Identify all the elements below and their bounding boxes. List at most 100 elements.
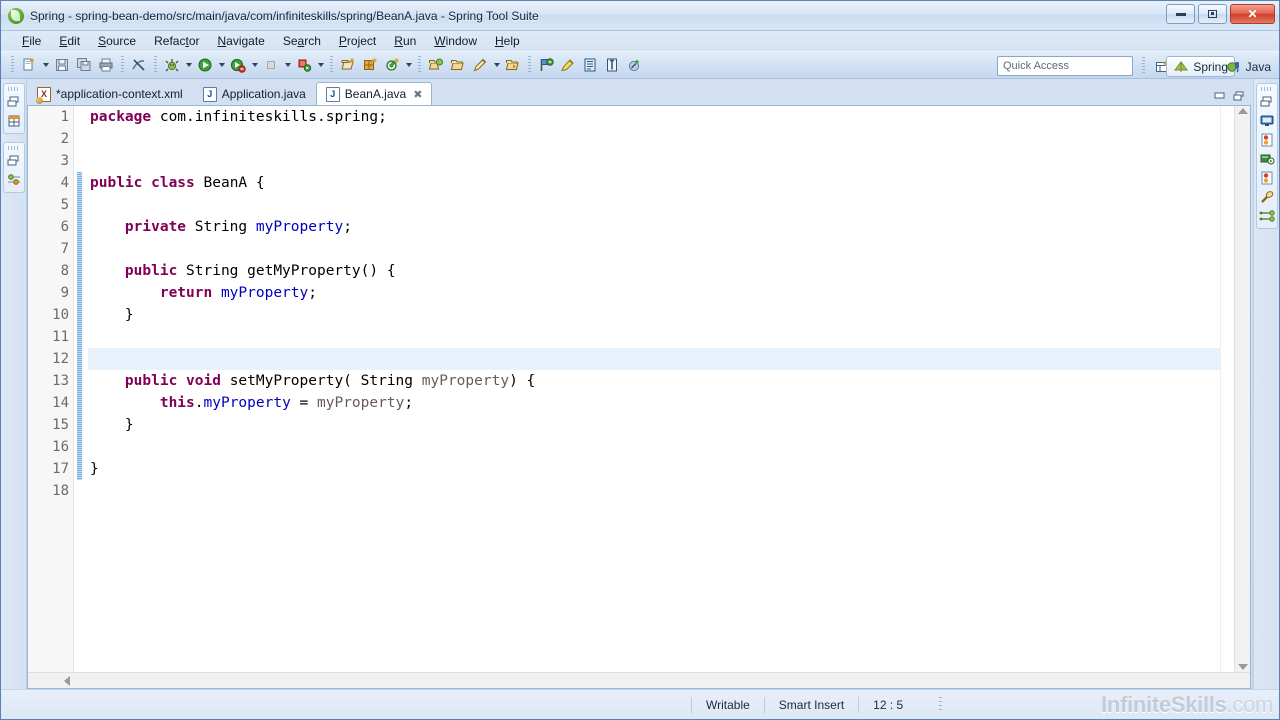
problems-icon[interactable] (1259, 132, 1275, 148)
new-wizard-dropdown-arrow-icon[interactable] (40, 54, 51, 76)
close-button[interactable]: ✕ (1230, 4, 1275, 24)
menu-item-project[interactable]: Project (330, 32, 385, 50)
open-resource-button[interactable] (502, 54, 524, 76)
menu-item-file[interactable]: File (13, 32, 50, 50)
menu-item-edit[interactable]: Edit (50, 32, 89, 50)
view-stack-console[interactable] (1255, 83, 1278, 229)
restore-view-icon[interactable] (6, 94, 22, 110)
show-whitespace-button[interactable] (601, 54, 623, 76)
code-line[interactable] (88, 128, 1220, 150)
code-line[interactable]: private String myProperty; (88, 216, 1220, 238)
annotate-button[interactable] (557, 54, 579, 76)
code-line[interactable] (88, 348, 1220, 370)
print-button[interactable] (95, 54, 117, 76)
menu-item-window[interactable]: Window (425, 32, 486, 50)
save-button[interactable] (51, 54, 73, 76)
search-button[interactable] (535, 54, 557, 76)
code-line[interactable] (88, 436, 1220, 458)
code-line[interactable]: } (88, 304, 1220, 326)
code-line[interactable]: return myProperty; (88, 282, 1220, 304)
editor-tab-beana-java[interactable]: J BeanA.java ✖ (315, 82, 433, 105)
code-line[interactable]: this.myProperty = myProperty; (88, 392, 1220, 414)
run-on-server-button[interactable] (293, 54, 315, 76)
markers-icon[interactable] (1259, 170, 1275, 186)
scroll-left-icon[interactable] (64, 675, 70, 686)
code-line[interactable] (88, 194, 1220, 216)
stop-button[interactable] (260, 54, 282, 76)
editor-tab-application-context-xml[interactable]: X *application-context.xml (27, 82, 193, 105)
open-task-button[interactable] (447, 54, 469, 76)
folding-ruler[interactable] (74, 106, 88, 672)
new-bean-config-button[interactable] (469, 54, 491, 76)
code-line[interactable]: } (88, 414, 1220, 436)
run-as-server-dropdown-arrow-icon[interactable] (249, 54, 260, 76)
run-dropdown-arrow-icon[interactable] (216, 54, 227, 76)
left-fast-view-bar (1, 79, 27, 689)
code-text-area[interactable]: package com.infiniteskills.spring; publi… (88, 106, 1220, 672)
toggle-block-selection-button[interactable] (579, 54, 601, 76)
save-all-button[interactable] (73, 54, 95, 76)
menu-item-run[interactable]: Run (385, 32, 425, 50)
stop-dropdown-arrow-icon[interactable] (282, 54, 293, 76)
status-resize-grip[interactable] (939, 696, 943, 713)
code-line[interactable]: public class BeanA { (88, 172, 1220, 194)
perspective-java[interactable]: Java (1220, 56, 1277, 77)
minimize-button[interactable] (1166, 4, 1195, 24)
code-line[interactable]: public void setMyProperty( String myProp… (88, 370, 1220, 392)
code-line[interactable]: public String getMyProperty() { (88, 260, 1220, 282)
properties-icon[interactable] (6, 172, 22, 188)
search-view-icon[interactable] (1259, 189, 1275, 205)
debug-button[interactable] (161, 54, 183, 76)
menu-item-navigate[interactable]: Navigate (208, 32, 273, 50)
new-java-package-button[interactable] (337, 54, 359, 76)
code-line[interactable] (88, 480, 1220, 502)
code-line[interactable] (88, 150, 1220, 172)
new-annotation-dropdown-arrow-icon[interactable] (403, 54, 414, 76)
run-button[interactable] (194, 54, 216, 76)
menu-item-source[interactable]: Source (89, 32, 145, 50)
maximize-button[interactable] (1198, 4, 1227, 24)
editor-tab-close-icon[interactable]: ✖ (413, 88, 422, 101)
editor-tab-row: X *application-context.xml J Application.ja… (27, 81, 1251, 105)
editor-horizontal-scrollbar[interactable] (28, 672, 1250, 688)
new-annotation-button[interactable] (381, 54, 403, 76)
stop-icon (267, 61, 275, 69)
annotation-overview-ruler[interactable] (1220, 106, 1234, 672)
open-type-button[interactable] (425, 54, 447, 76)
scroll-down-icon[interactable] (1237, 664, 1248, 670)
new-wizard-button[interactable] (18, 54, 40, 76)
restore-view-icon[interactable] (1259, 94, 1275, 110)
run-as-server-button[interactable] (227, 54, 249, 76)
maximize-editor-button[interactable] (1232, 91, 1245, 102)
scroll-up-icon[interactable] (1237, 108, 1248, 114)
code-line[interactable] (88, 326, 1220, 348)
minimize-editor-button[interactable] (1213, 91, 1226, 102)
servers-icon[interactable] (1259, 151, 1275, 167)
code-line[interactable]: package com.infiniteskills.spring; (88, 106, 1220, 128)
view-stack-outline[interactable] (2, 142, 25, 193)
editor-tab-application-java[interactable]: J Application.java (193, 82, 316, 105)
line-number: 3 (60, 153, 69, 169)
menu-item-help[interactable]: Help (486, 32, 529, 50)
debug-dropdown-arrow-icon[interactable] (183, 54, 194, 76)
run-on-server-dropdown-arrow-icon[interactable] (315, 54, 326, 76)
console-icon[interactable] (1259, 113, 1275, 129)
toolbar-grip[interactable] (11, 56, 14, 74)
toolbar-grip[interactable] (1142, 57, 1145, 75)
menu-item-search[interactable]: Search (274, 32, 330, 50)
bean-relations-icon[interactable] (1259, 208, 1275, 224)
code-line[interactable]: } (88, 458, 1220, 480)
menu-item-refactor[interactable]: Refactor (145, 32, 208, 50)
previous-edit-button[interactable] (623, 54, 645, 76)
code-token: } (90, 307, 134, 323)
quick-access-input[interactable]: Quick Access (997, 56, 1133, 76)
view-stack-project[interactable] (2, 83, 25, 134)
code-token: setMyProperty( String (229, 373, 422, 389)
editor-vertical-scrollbar[interactable] (1234, 106, 1250, 672)
new-bean-config-dropdown-arrow-icon[interactable] (491, 54, 502, 76)
toggle-mark-occurrences-button[interactable] (128, 54, 150, 76)
restore-view-icon[interactable] (6, 153, 22, 169)
code-line[interactable] (88, 238, 1220, 260)
spring-explorer-icon[interactable] (6, 113, 22, 129)
new-java-class-button[interactable] (359, 54, 381, 76)
